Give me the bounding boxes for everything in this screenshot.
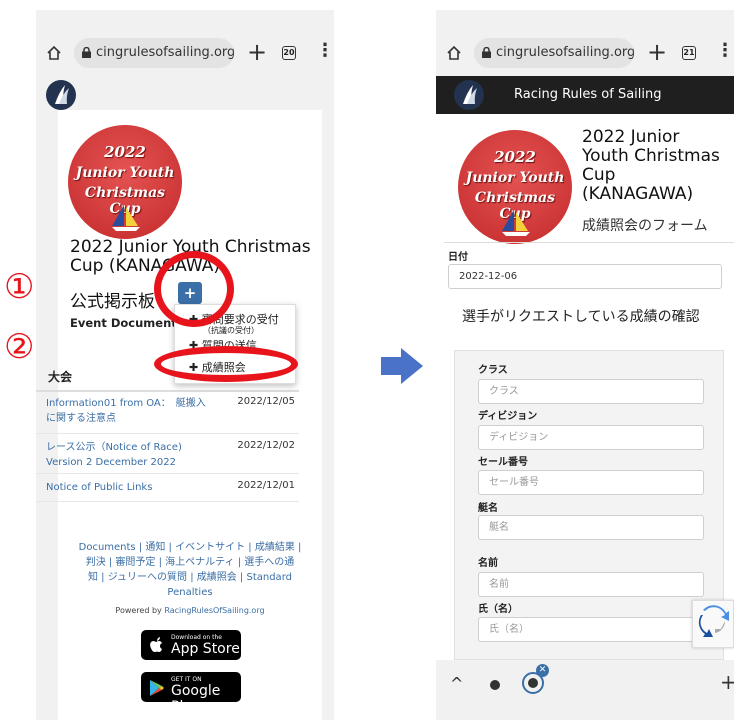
date-field[interactable]: 2022-12-06 <box>448 264 722 289</box>
event-logo: 2022 Junior Youth Christmas Cup <box>458 130 572 244</box>
lock-icon <box>82 47 91 58</box>
google-play-icon <box>150 680 164 696</box>
surname-input[interactable]: 氏（名） <box>478 617 704 642</box>
recaptcha-badge[interactable] <box>692 600 734 648</box>
division-input[interactable]: ディビジョン <box>478 425 704 450</box>
name-label: 名前 <box>478 558 498 569</box>
right-phone-screen: cingrulesofsailing.org + 21 ⋮ Racing Rul… <box>436 10 734 720</box>
tab-dot-icon[interactable] <box>490 680 500 690</box>
powered-link[interactable]: RacingRulesOfSailing.org <box>164 606 264 615</box>
app-store-badge[interactable]: Download on the App Store <box>141 630 241 660</box>
browser-toolbar: cingrulesofsailing.org + 21 ⋮ <box>436 10 734 76</box>
boat-name-label: 艇名 <box>478 503 498 514</box>
browser-menu-icon[interactable]: ⋮ <box>316 41 334 61</box>
annotation-circle-score-inquiry <box>154 346 298 382</box>
board-title: 公式掲示板 <box>70 292 155 312</box>
url-text: cingrulesofsailing.org <box>96 45 234 60</box>
annotation-circle-add-button <box>154 251 234 327</box>
boat-name-input[interactable]: 艇名 <box>478 515 704 540</box>
event-documents-label: Event Documents <box>70 316 184 330</box>
new-tab-button[interactable]: + <box>647 37 667 67</box>
logo-year: 2022 <box>104 143 146 161</box>
powered-by: Powered by RacingRulesOfSailing.org <box>115 606 265 615</box>
event-title: 2022 Junior Youth Christmas Cup (KANAGAW… <box>582 127 720 204</box>
browser-bottom-bar: ^ ✕ + <box>436 660 734 720</box>
table-row[interactable]: レース公示（Notice of Race) Version 2 December… <box>36 434 299 474</box>
new-tab-button[interactable]: + <box>247 37 267 67</box>
home-icon[interactable] <box>46 45 62 61</box>
tab-count-button[interactable]: 20 <box>282 46 296 60</box>
sailboat-icon <box>502 210 530 236</box>
address-bar[interactable]: cingrulesofsailing.org <box>474 38 634 68</box>
site-title: Racing Rules of Sailing <box>514 87 662 102</box>
table-row[interactable]: Information01 from OA： 艇搬入 に関する注意点 2022/… <box>36 392 299 434</box>
url-text: cingrulesofsailing.org <box>496 45 634 60</box>
tab-count-button[interactable]: 21 <box>682 46 696 60</box>
annotation-number-2: ② <box>4 327 35 367</box>
browser-menu-icon[interactable]: ⋮ <box>716 41 734 61</box>
divider <box>444 242 734 243</box>
menu-item-protest-sub[interactable]: （抗議の受付） <box>203 325 259 336</box>
class-label: クラス <box>478 365 508 376</box>
class-input[interactable]: クラス <box>478 379 704 404</box>
apple-icon <box>150 637 162 652</box>
section-title: 選手がリクエストしている成績の確認 <box>462 309 700 325</box>
date-label: 日付 <box>448 252 468 263</box>
site-logo[interactable] <box>46 80 76 110</box>
new-tab-plus-button[interactable]: + <box>720 670 734 694</box>
sailboat-icon <box>112 205 140 231</box>
site-logo[interactable] <box>454 80 484 110</box>
close-icon[interactable]: ✕ <box>536 664 549 677</box>
google-play-badge[interactable]: GET IT ON Google Play <box>141 672 241 715</box>
name-input[interactable]: 名前 <box>478 572 704 597</box>
lock-icon <box>482 47 491 58</box>
logo-line2: Junior Youth <box>75 165 175 181</box>
event-logo: 2022 Junior Youth Christmas Cup <box>68 125 182 239</box>
address-bar[interactable]: cingrulesofsailing.org <box>74 38 234 68</box>
site-header: Racing Rules of Sailing <box>436 76 734 114</box>
footer-links[interactable]: Documents | 通知 | イベントサイト | 成績結果 | 判決 | 審… <box>58 540 322 600</box>
active-tab-icon[interactable]: ✕ <box>522 664 549 694</box>
sail-number-input[interactable]: セール番号 <box>478 470 704 495</box>
scroll-up-icon[interactable]: ^ <box>450 674 463 693</box>
form-subtitle: 成績照会のフォーム <box>582 218 708 234</box>
sail-number-label: セール番号 <box>478 457 528 468</box>
recaptcha-icon <box>698 605 729 637</box>
annotation-number-1: ① <box>4 267 35 307</box>
home-icon[interactable] <box>446 45 462 61</box>
surname-label: 氏（名） <box>478 604 518 615</box>
browser-toolbar: cingrulesofsailing.org + 20 ⋮ <box>36 10 334 76</box>
table-row[interactable]: Notice of Public Links 2022/12/01 <box>36 474 299 502</box>
division-label: ディビジョン <box>478 411 538 422</box>
right-arrow-icon <box>381 348 423 384</box>
